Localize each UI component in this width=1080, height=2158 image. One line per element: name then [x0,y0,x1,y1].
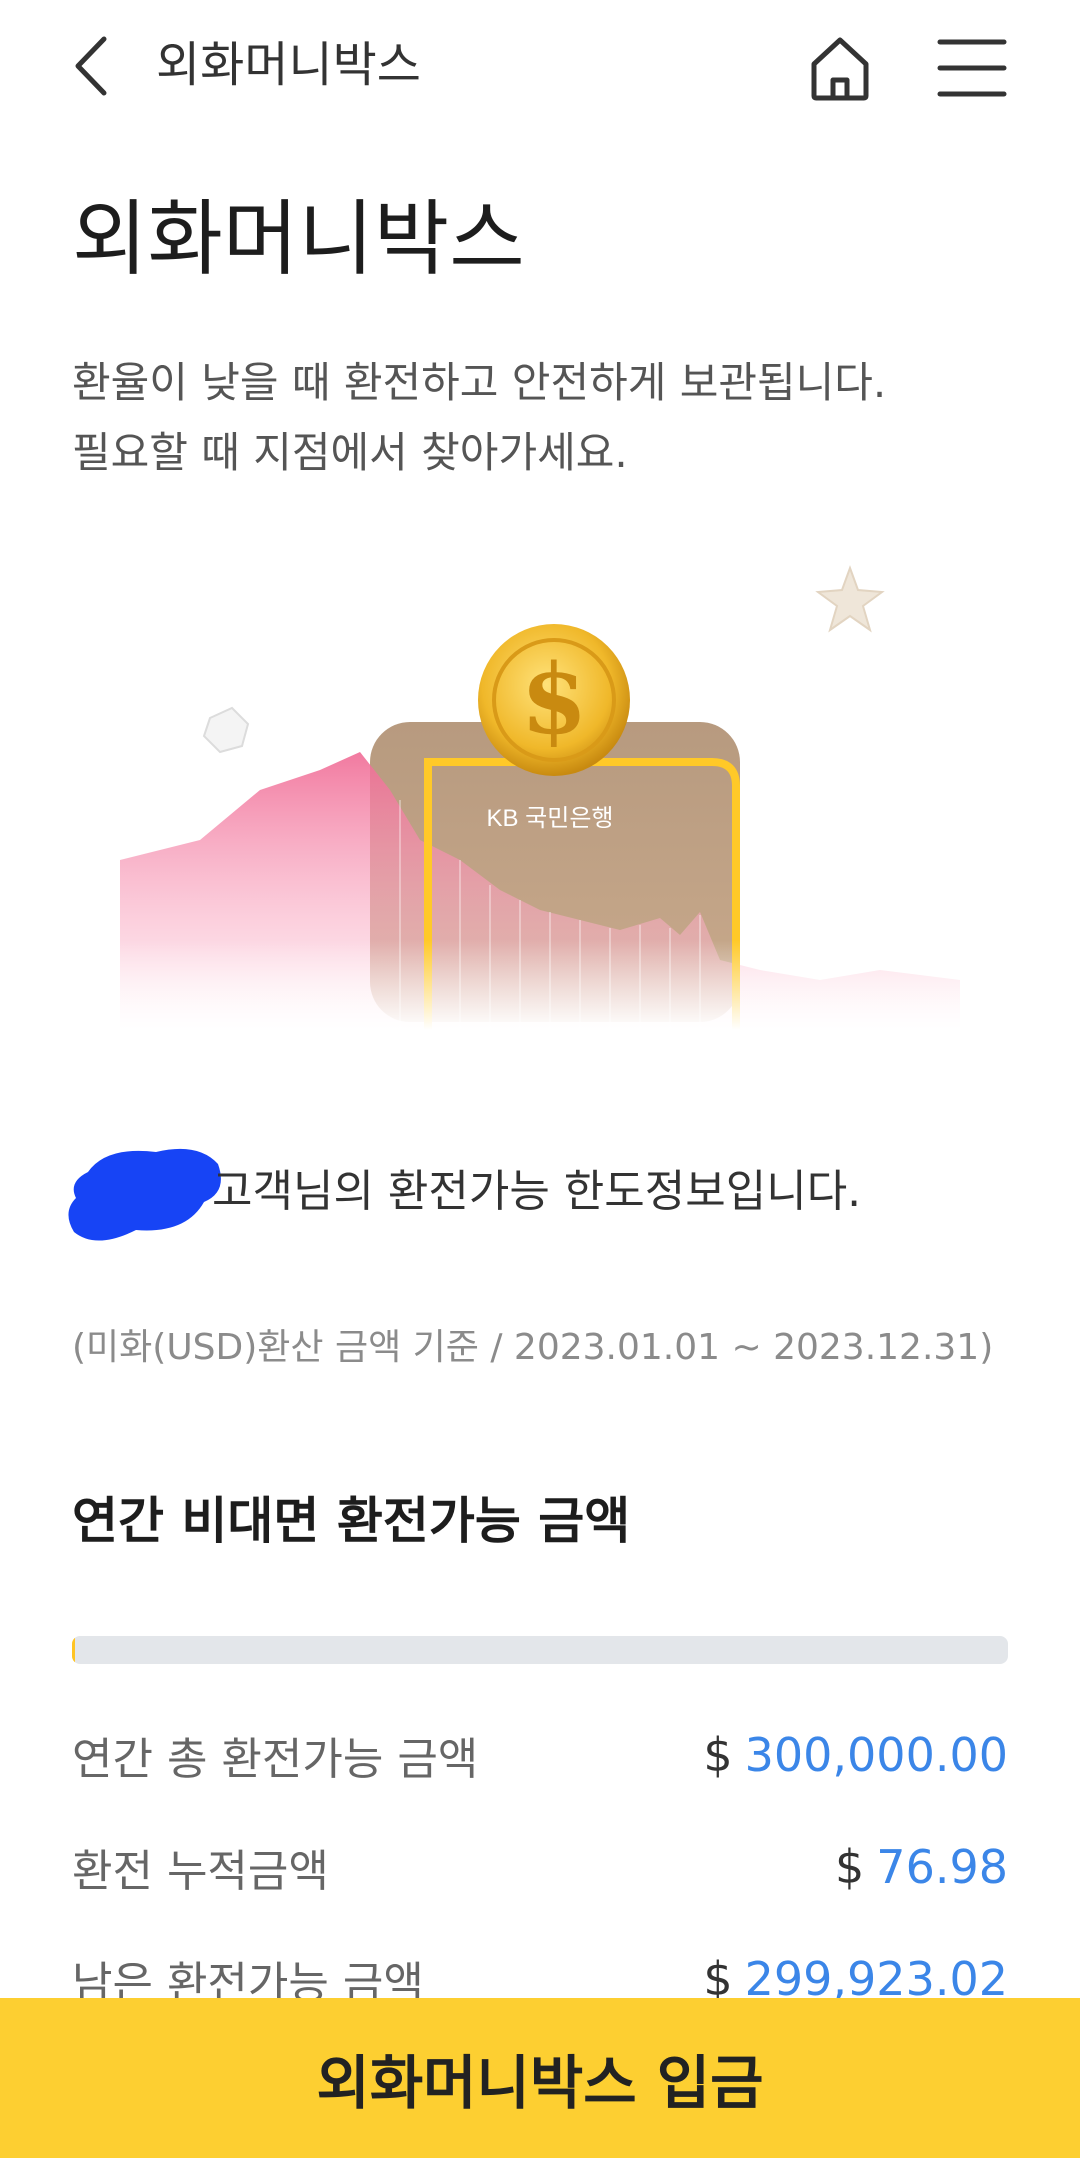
top-nav-bar: 외화머니박스 [0,0,1080,130]
coin-dollar-symbol: $ [521,643,588,756]
menu-button[interactable] [934,30,1010,106]
usage-progress-fill [72,1636,75,1664]
kb-bank-label: KB 국민은행 [486,805,613,832]
row-label: 환전 누적금액 [72,1846,329,1897]
home-icon [811,37,869,101]
limit-info-message: 고객님의 환전가능 한도정보입니다. [66,1138,1026,1241]
row-label: 연간 총 환전가능 금액 [72,1734,479,1785]
amount-value: 76.98 [876,1840,1008,1894]
page-description: 환율이 낮을 때 환전하고 안전하게 보관됩니다. 필요할 때 지점에서 찾아가… [72,348,886,488]
description-line: 필요할 때 지점에서 찾아가세요. [72,428,628,477]
currency-symbol: $ [703,1728,733,1782]
amount-value: 300,000.00 [744,1728,1008,1782]
criteria-note: (미화(USD)환산 금액 기준 / 2023.01.01 ~ 2023.12.… [72,1327,994,1368]
annual-section-title: 연간 비대면 환전가능 금액 [72,1492,631,1550]
money-box-illustration: $ KB 국민은행 [60,540,1020,1030]
description-line: 환율이 낮을 때 환전하고 안전하게 보관됩니다. [72,358,887,407]
hamburger-menu-icon [937,39,1007,97]
accumulated-amount-row: 환전 누적금액 $76.98 [72,1832,1008,1902]
home-button[interactable] [800,28,880,108]
row-value: $300,000.00 [703,1728,1008,1782]
redacted-customer-name [68,1148,221,1241]
page-title: 외화머니박스 [72,192,525,287]
row-value: $76.98 [835,1840,1008,1894]
total-limit-row: 연간 총 환전가능 금액 $300,000.00 [72,1720,1008,1790]
limit-info-text: 고객님의 환전가능 한도정보입니다. [212,1166,862,1217]
deposit-button[interactable]: 외화머니박스 입금 [0,1998,1080,2158]
chevron-left-icon [75,36,107,96]
deposit-button-label: 외화머니박스 입금 [316,2049,764,2117]
currency-symbol: $ [835,1840,865,1894]
usage-progress-bar [72,1636,1008,1664]
header-title: 외화머니박스 [156,37,421,93]
back-button[interactable] [68,28,128,104]
